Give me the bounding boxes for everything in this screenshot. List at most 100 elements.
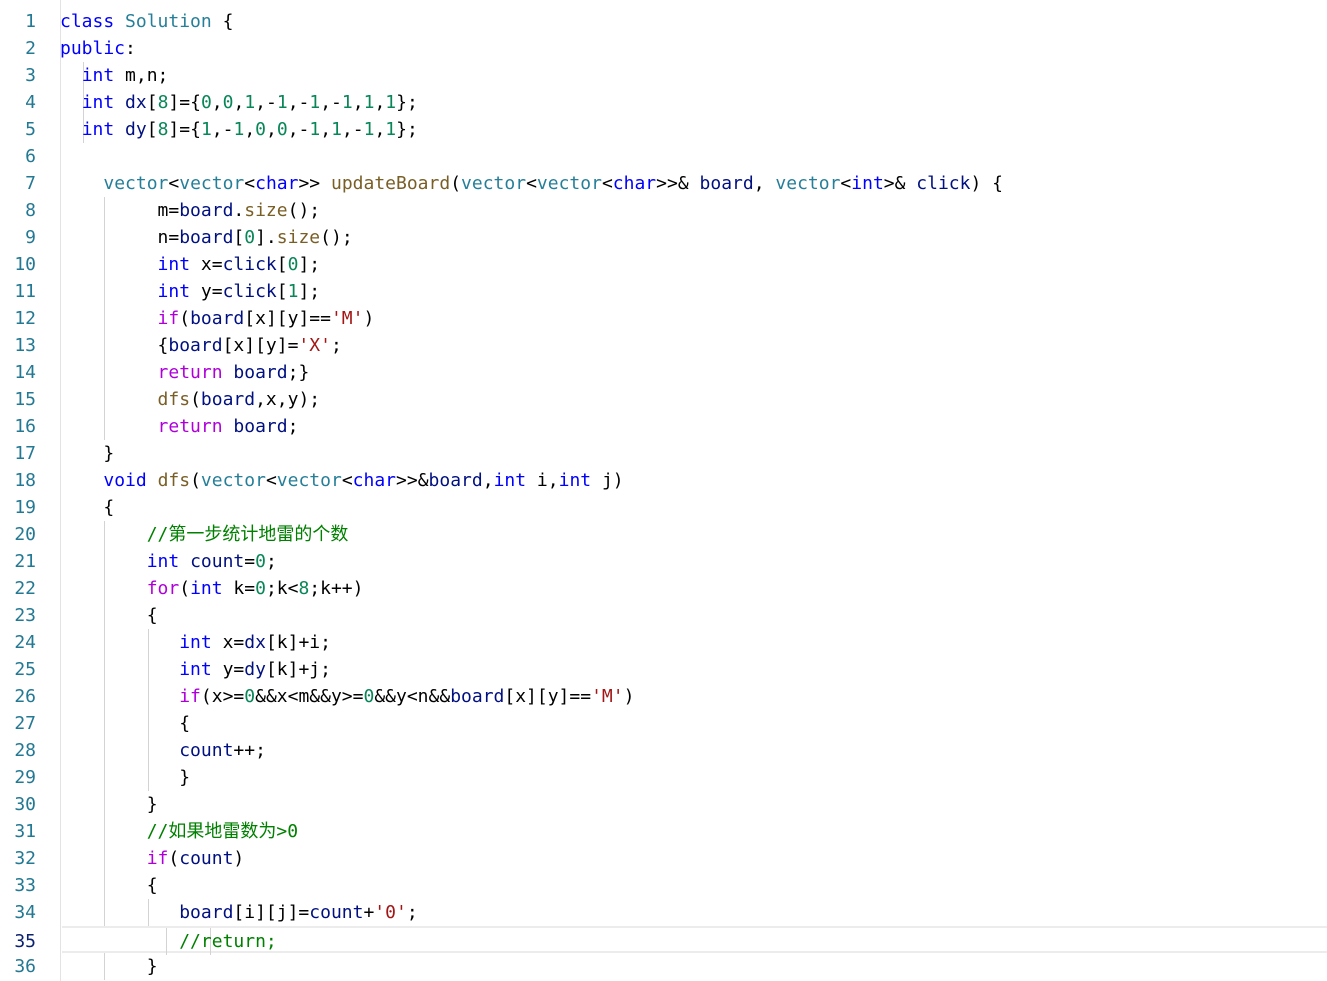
code-line[interactable]: 17 }	[0, 440, 1327, 467]
line-code[interactable]: void dfs(vector<vector<char>>&board,int …	[60, 467, 623, 494]
code-line[interactable]: 8 m=board.size();	[0, 197, 1327, 224]
line-code[interactable]: if(count)	[60, 845, 245, 872]
code-line[interactable]: 25 int y=dy[k]+j;	[0, 656, 1327, 683]
line-code[interactable]: vector<vector<char>> updateBoard(vector<…	[60, 170, 1003, 197]
line-code[interactable]: count++;	[60, 737, 266, 764]
line-number: 17	[14, 443, 36, 464]
line-number: 1	[25, 11, 36, 32]
line-number: 29	[14, 767, 36, 788]
line-code[interactable]: if(board[x][y]=='M')	[60, 305, 375, 332]
code-line[interactable]: 23 {	[0, 602, 1327, 629]
line-code[interactable]: }	[60, 953, 158, 980]
line-number: 24	[14, 632, 36, 653]
code-line[interactable]: 18 void dfs(vector<vector<char>>&board,i…	[0, 467, 1327, 494]
line-code[interactable]: m=board.size();	[60, 197, 321, 224]
line-code[interactable]: int m,n;	[60, 62, 169, 89]
code-line[interactable]: 12 if(board[x][y]=='M')	[0, 305, 1327, 332]
code-line[interactable]: 20 //第一步统计地雷的个数	[0, 521, 1327, 548]
line-code[interactable]: int y=click[1];	[60, 278, 321, 305]
code-line[interactable]: 21 int count=0;	[0, 548, 1327, 575]
code-line[interactable]: 26 if(x>=0&&x<m&&y>=0&&y<n&&board[x][y]=…	[0, 683, 1327, 710]
code-line[interactable]: 28 count++;	[0, 737, 1327, 764]
line-code[interactable]: {	[60, 710, 190, 737]
line-code[interactable]: {board[x][y]='X';	[60, 332, 342, 359]
code-line[interactable]: 10 int x=click[0];	[0, 251, 1327, 278]
line-number: 15	[14, 389, 36, 410]
line-number: 34	[14, 902, 36, 923]
code-line[interactable]: 33 {	[0, 872, 1327, 899]
code-line[interactable]: 2 public:	[0, 35, 1327, 62]
line-code[interactable]: board[i][j]=count+'0';	[60, 899, 417, 926]
line-number: 35	[14, 931, 36, 952]
line-number: 6	[25, 146, 36, 167]
line-code[interactable]: //return;	[60, 928, 277, 955]
code-line[interactable]: 4 int dx[8]={0,0,1,-1,-1,-1,1,1};	[0, 89, 1327, 116]
line-number: 30	[14, 794, 36, 815]
code-line[interactable]: 34 board[i][j]=count+'0';	[0, 899, 1327, 926]
line-code[interactable]: }	[60, 764, 190, 791]
line-number: 3	[25, 65, 36, 86]
code-line[interactable]: 32 if(count)	[0, 845, 1327, 872]
code-line[interactable]: 30 }	[0, 791, 1327, 818]
line-number: 18	[14, 470, 36, 491]
line-code[interactable]: }	[60, 440, 114, 467]
code-line[interactable]: 3 int m,n;	[0, 62, 1327, 89]
line-number: 27	[14, 713, 36, 734]
code-line[interactable]: 15 dfs(board,x,y);	[0, 386, 1327, 413]
code-line[interactable]: 31 //如果地雷数为>0	[0, 818, 1327, 845]
line-code[interactable]: n=board[0].size();	[60, 224, 353, 251]
line-number: 10	[14, 254, 36, 275]
line-code[interactable]: int x=click[0];	[60, 251, 321, 278]
line-number: 26	[14, 686, 36, 707]
line-code[interactable]: for(int k=0;k<8;k++)	[60, 575, 364, 602]
code-line[interactable]: 36 }	[0, 953, 1327, 980]
line-number: 31	[14, 821, 36, 842]
line-code[interactable]: return board;	[60, 413, 299, 440]
line-code[interactable]: {	[60, 602, 158, 629]
line-code[interactable]: return board;}	[60, 359, 310, 386]
code-line[interactable]: 22 for(int k=0;k<8;k++)	[0, 575, 1327, 602]
line-code[interactable]: {	[60, 872, 158, 899]
line-code[interactable]: {	[60, 494, 114, 521]
line-number: 32	[14, 848, 36, 869]
line-code[interactable]: int y=dy[k]+j;	[60, 656, 331, 683]
code-line[interactable]: 29 }	[0, 764, 1327, 791]
line-code[interactable]: int dy[8]={1,-1,0,0,-1,1,-1,1};	[60, 116, 418, 143]
line-number: 2	[25, 38, 36, 59]
code-line[interactable]: 5 int dy[8]={1,-1,0,0,-1,1,-1,1};	[0, 116, 1327, 143]
line-code[interactable]: int dx[8]={0,0,1,-1,-1,-1,1,1};	[60, 89, 418, 116]
code-line[interactable]: 27 {	[0, 710, 1327, 737]
code-line[interactable]: 24 int x=dx[k]+i;	[0, 629, 1327, 656]
line-code[interactable]: dfs(board,x,y);	[60, 386, 321, 413]
code-editor[interactable]: 1 class Solution {2 public: 3 int m,n; 4 int…	[0, 0, 1327, 981]
line-code[interactable]: //如果地雷数为>0	[60, 818, 298, 845]
line-number: 8	[25, 200, 36, 221]
code-line[interactable]: 16 return board;	[0, 413, 1327, 440]
line-code[interactable]: //第一步统计地雷的个数	[60, 521, 349, 548]
line-number: 22	[14, 578, 36, 599]
line-code[interactable]: class Solution {	[60, 8, 233, 35]
line-number: 21	[14, 551, 36, 572]
code-line[interactable]: 9 n=board[0].size();	[0, 224, 1327, 251]
line-code[interactable]: }	[60, 791, 158, 818]
line-number: 28	[14, 740, 36, 761]
code-line[interactable]: 11 int y=click[1];	[0, 278, 1327, 305]
line-number: 14	[14, 362, 36, 383]
code-line[interactable]: 14 return board;}	[0, 359, 1327, 386]
code-line[interactable]: 19 {	[0, 494, 1327, 521]
code-line[interactable]: 1 class Solution {	[0, 8, 1327, 35]
line-number: 36	[14, 956, 36, 977]
code-line[interactable]: 7 vector<vector<char>> updateBoard(vecto…	[0, 170, 1327, 197]
line-number: 25	[14, 659, 36, 680]
line-code[interactable]: public:	[60, 35, 136, 62]
line-number: 33	[14, 875, 36, 896]
line-code[interactable]: if(x>=0&&x<m&&y>=0&&y<n&&board[x][y]=='M…	[60, 683, 634, 710]
line-code[interactable]: int x=dx[k]+i;	[60, 629, 331, 656]
code-line[interactable]: 35 //return;	[14, 926, 1327, 955]
code-line[interactable]: 6	[0, 143, 1327, 170]
line-number: 9	[25, 227, 36, 248]
line-number: 7	[25, 173, 36, 194]
code-line[interactable]: 13 {board[x][y]='X';	[0, 332, 1327, 359]
line-number: 23	[14, 605, 36, 626]
line-code[interactable]: int count=0;	[60, 548, 277, 575]
